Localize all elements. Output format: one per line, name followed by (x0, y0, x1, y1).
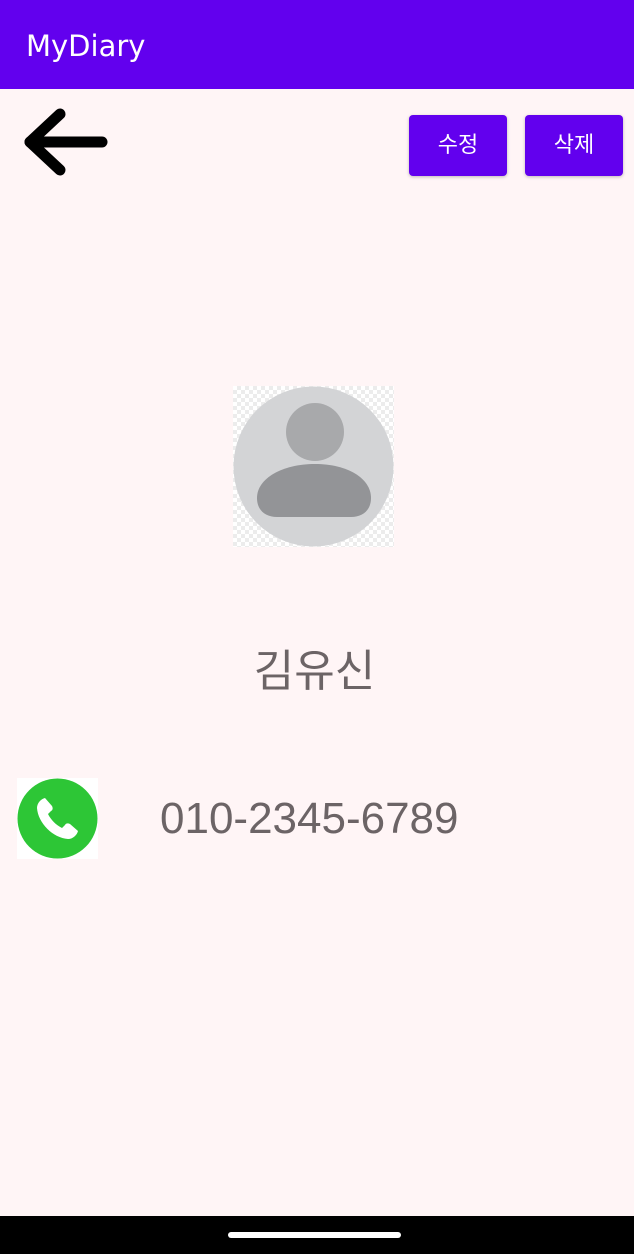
call-button[interactable] (17, 778, 98, 859)
avatar (233, 386, 394, 547)
app-bar: MyDiary (0, 0, 634, 89)
phone-call-icon (17, 778, 98, 859)
delete-button[interactable]: 삭제 (525, 115, 623, 176)
person-placeholder-icon (233, 386, 394, 547)
arrow-left-icon (24, 108, 108, 176)
home-gesture-handle[interactable] (228, 1232, 401, 1238)
edit-button[interactable]: 수정 (409, 115, 507, 176)
back-button[interactable] (20, 104, 114, 180)
contact-name: 김유신 (253, 646, 376, 697)
app-title: MyDiary (26, 29, 146, 63)
phone-number: 010-2345-6789 (160, 794, 459, 843)
